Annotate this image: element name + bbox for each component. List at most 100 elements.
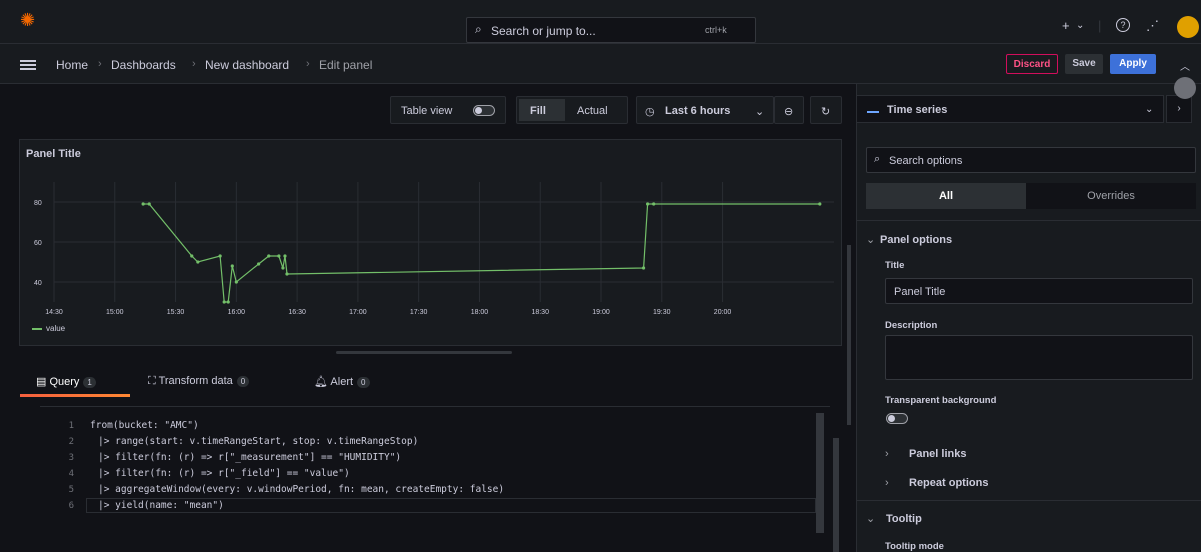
- data-point: [226, 300, 230, 304]
- search-shortcut: ctrl+k: [705, 25, 727, 35]
- line-number: 4: [68, 469, 74, 479]
- data-point: [285, 272, 289, 276]
- tab-transform[interactable]: ⛶ Transform data 0: [148, 375, 250, 388]
- tooltip-mode-label: Tooltip mode: [885, 541, 944, 552]
- search-options-input[interactable]: ⌕ Search options: [866, 147, 1196, 173]
- code-line[interactable]: |> filter(fn: (r) => r["_field"] == "val…: [98, 468, 350, 479]
- search-options-placeholder: Search options: [889, 155, 963, 167]
- avatar[interactable]: [1177, 16, 1199, 38]
- discard-button[interactable]: Discard: [1006, 54, 1058, 74]
- x-tick-label: 19:30: [653, 309, 671, 316]
- table-view-toggle[interactable]: Table view: [390, 96, 506, 124]
- refresh-button[interactable]: ↻: [810, 96, 842, 124]
- panel-options-label: Panel options: [880, 234, 953, 246]
- tooltip-label: Tooltip: [886, 513, 922, 525]
- news-icon[interactable]: ⋰: [1146, 18, 1159, 34]
- code-line[interactable]: |> range(start: v.timeRangeStart, stop: …: [98, 436, 418, 447]
- time-series-icon: [867, 103, 879, 113]
- x-tick-label: 16:00: [228, 309, 246, 316]
- legend-label: value: [46, 324, 66, 333]
- chevron-down-icon: ⌄: [1145, 104, 1154, 115]
- x-tick-label: 18:00: [471, 309, 489, 316]
- code-editor[interactable]: 1 2 3 4 5 6 from(bucket: "AMC") |> range…: [40, 406, 830, 552]
- avatar[interactable]: [1174, 77, 1196, 99]
- query-pane-scrollbar[interactable]: [833, 438, 839, 552]
- tab-count: 0: [357, 377, 370, 388]
- code-line[interactable]: |> filter(fn: (r) => r["_measurement"] =…: [98, 452, 401, 463]
- menu-icon[interactable]: [20, 60, 36, 70]
- data-point: [234, 280, 238, 284]
- time-series-chart: 40 60 80 14:30 15:00 15:30 16:00 16:30 17:00 17:3…: [34, 182, 834, 316]
- chevron-down-icon: ⌄: [755, 106, 765, 118]
- chevron-down-icon: ⌄: [866, 513, 876, 525]
- repeat-options-section[interactable]: › Repeat options: [885, 477, 988, 489]
- legend-swatch-icon: [32, 327, 42, 330]
- data-point: [196, 260, 200, 264]
- x-tick-label: 15:30: [167, 309, 185, 316]
- x-tick-label: 15:00: [106, 309, 124, 316]
- visualization-picker[interactable]: Time series ⌄: [856, 95, 1164, 123]
- data-point: [652, 202, 656, 206]
- line-number: 5: [68, 485, 74, 495]
- data-point: [147, 202, 151, 206]
- breadcrumb-dashboards[interactable]: Dashboards: [111, 58, 176, 72]
- time-range-label: Last 6 hours: [665, 105, 731, 117]
- search-icon: ⌕: [874, 153, 881, 165]
- grafana-logo-icon[interactable]: ✺: [20, 10, 40, 30]
- title-label: Title: [885, 260, 905, 271]
- data-point: [277, 254, 281, 258]
- actual-option[interactable]: Actual: [577, 105, 608, 117]
- panel-links-section[interactable]: › Panel links: [885, 448, 966, 460]
- data-point: [641, 266, 646, 270]
- tab-all[interactable]: All: [866, 183, 1026, 209]
- line-number: 1: [68, 421, 74, 431]
- help-icon[interactable]: ?: [1116, 18, 1130, 32]
- tab-alert[interactable]: 🔔︎ Alert 0: [314, 375, 370, 388]
- tab-query[interactable]: ▤ Query 1: [36, 375, 96, 388]
- time-picker[interactable]: ◷ Last 6 hours ⌄: [636, 96, 774, 124]
- bell-icon: 🔔︎: [314, 376, 331, 388]
- pane-resize-handle[interactable]: [336, 351, 512, 354]
- chevron-right-icon[interactable]: ›: [1166, 95, 1192, 123]
- panel-options-section[interactable]: ⌄ Panel options: [866, 233, 952, 246]
- search-placeholder: Search or jump to...: [491, 24, 596, 38]
- fill-option[interactable]: Fill: [530, 105, 546, 117]
- line-number: 6: [68, 501, 74, 511]
- current-line-highlight: [86, 498, 816, 513]
- chevron-down-icon[interactable]: ⌄: [1076, 20, 1084, 31]
- chevron-up-icon[interactable]: ︿: [1180, 58, 1190, 73]
- editor-scrollbar[interactable]: [816, 413, 824, 533]
- save-button[interactable]: Save: [1065, 54, 1103, 74]
- table-view-switch[interactable]: [473, 105, 495, 116]
- data-point: [267, 254, 271, 258]
- zoom-out-button[interactable]: ⊖: [774, 96, 804, 124]
- code-line[interactable]: |> aggregateWindow(every: v.windowPeriod…: [98, 484, 504, 495]
- transparent-background-switch[interactable]: [886, 413, 908, 424]
- tab-count: 1: [83, 377, 96, 388]
- chevron-right-icon: ›: [885, 448, 889, 460]
- y-tick-label: 40: [34, 280, 42, 287]
- title-input[interactable]: Panel Title: [885, 278, 1193, 304]
- search-icon: ⌕: [475, 22, 482, 36]
- breadcrumb-separator-icon: ›: [192, 58, 196, 70]
- search-input[interactable]: ⌕ Search or jump to... ctrl+k: [466, 17, 756, 43]
- description-label: Description: [885, 320, 938, 331]
- description-textarea[interactable]: [885, 335, 1193, 380]
- add-button[interactable]: +: [1062, 18, 1070, 33]
- data-point: [283, 254, 287, 258]
- breadcrumb-home[interactable]: Home: [56, 58, 88, 72]
- x-tick-label: 20:00: [714, 309, 732, 316]
- breadcrumb-new-dashboard[interactable]: New dashboard: [205, 58, 289, 72]
- tab-overrides[interactable]: Overrides: [1026, 183, 1196, 209]
- zoom-out-icon: ⊖: [784, 106, 794, 118]
- divider: [857, 500, 1201, 501]
- apply-button[interactable]: Apply: [1110, 54, 1156, 74]
- legend-item[interactable]: value: [32, 324, 65, 333]
- code-line[interactable]: from(bucket: "AMC"): [90, 420, 199, 431]
- x-tick-label: 19:00: [592, 309, 610, 316]
- chevron-down-icon: ⌄: [866, 234, 876, 246]
- transform-icon: ⛶: [148, 375, 159, 387]
- divider: |: [1098, 18, 1102, 33]
- main-pane-scrollbar[interactable]: [847, 245, 851, 425]
- tooltip-section[interactable]: ⌄ Tooltip: [866, 512, 922, 525]
